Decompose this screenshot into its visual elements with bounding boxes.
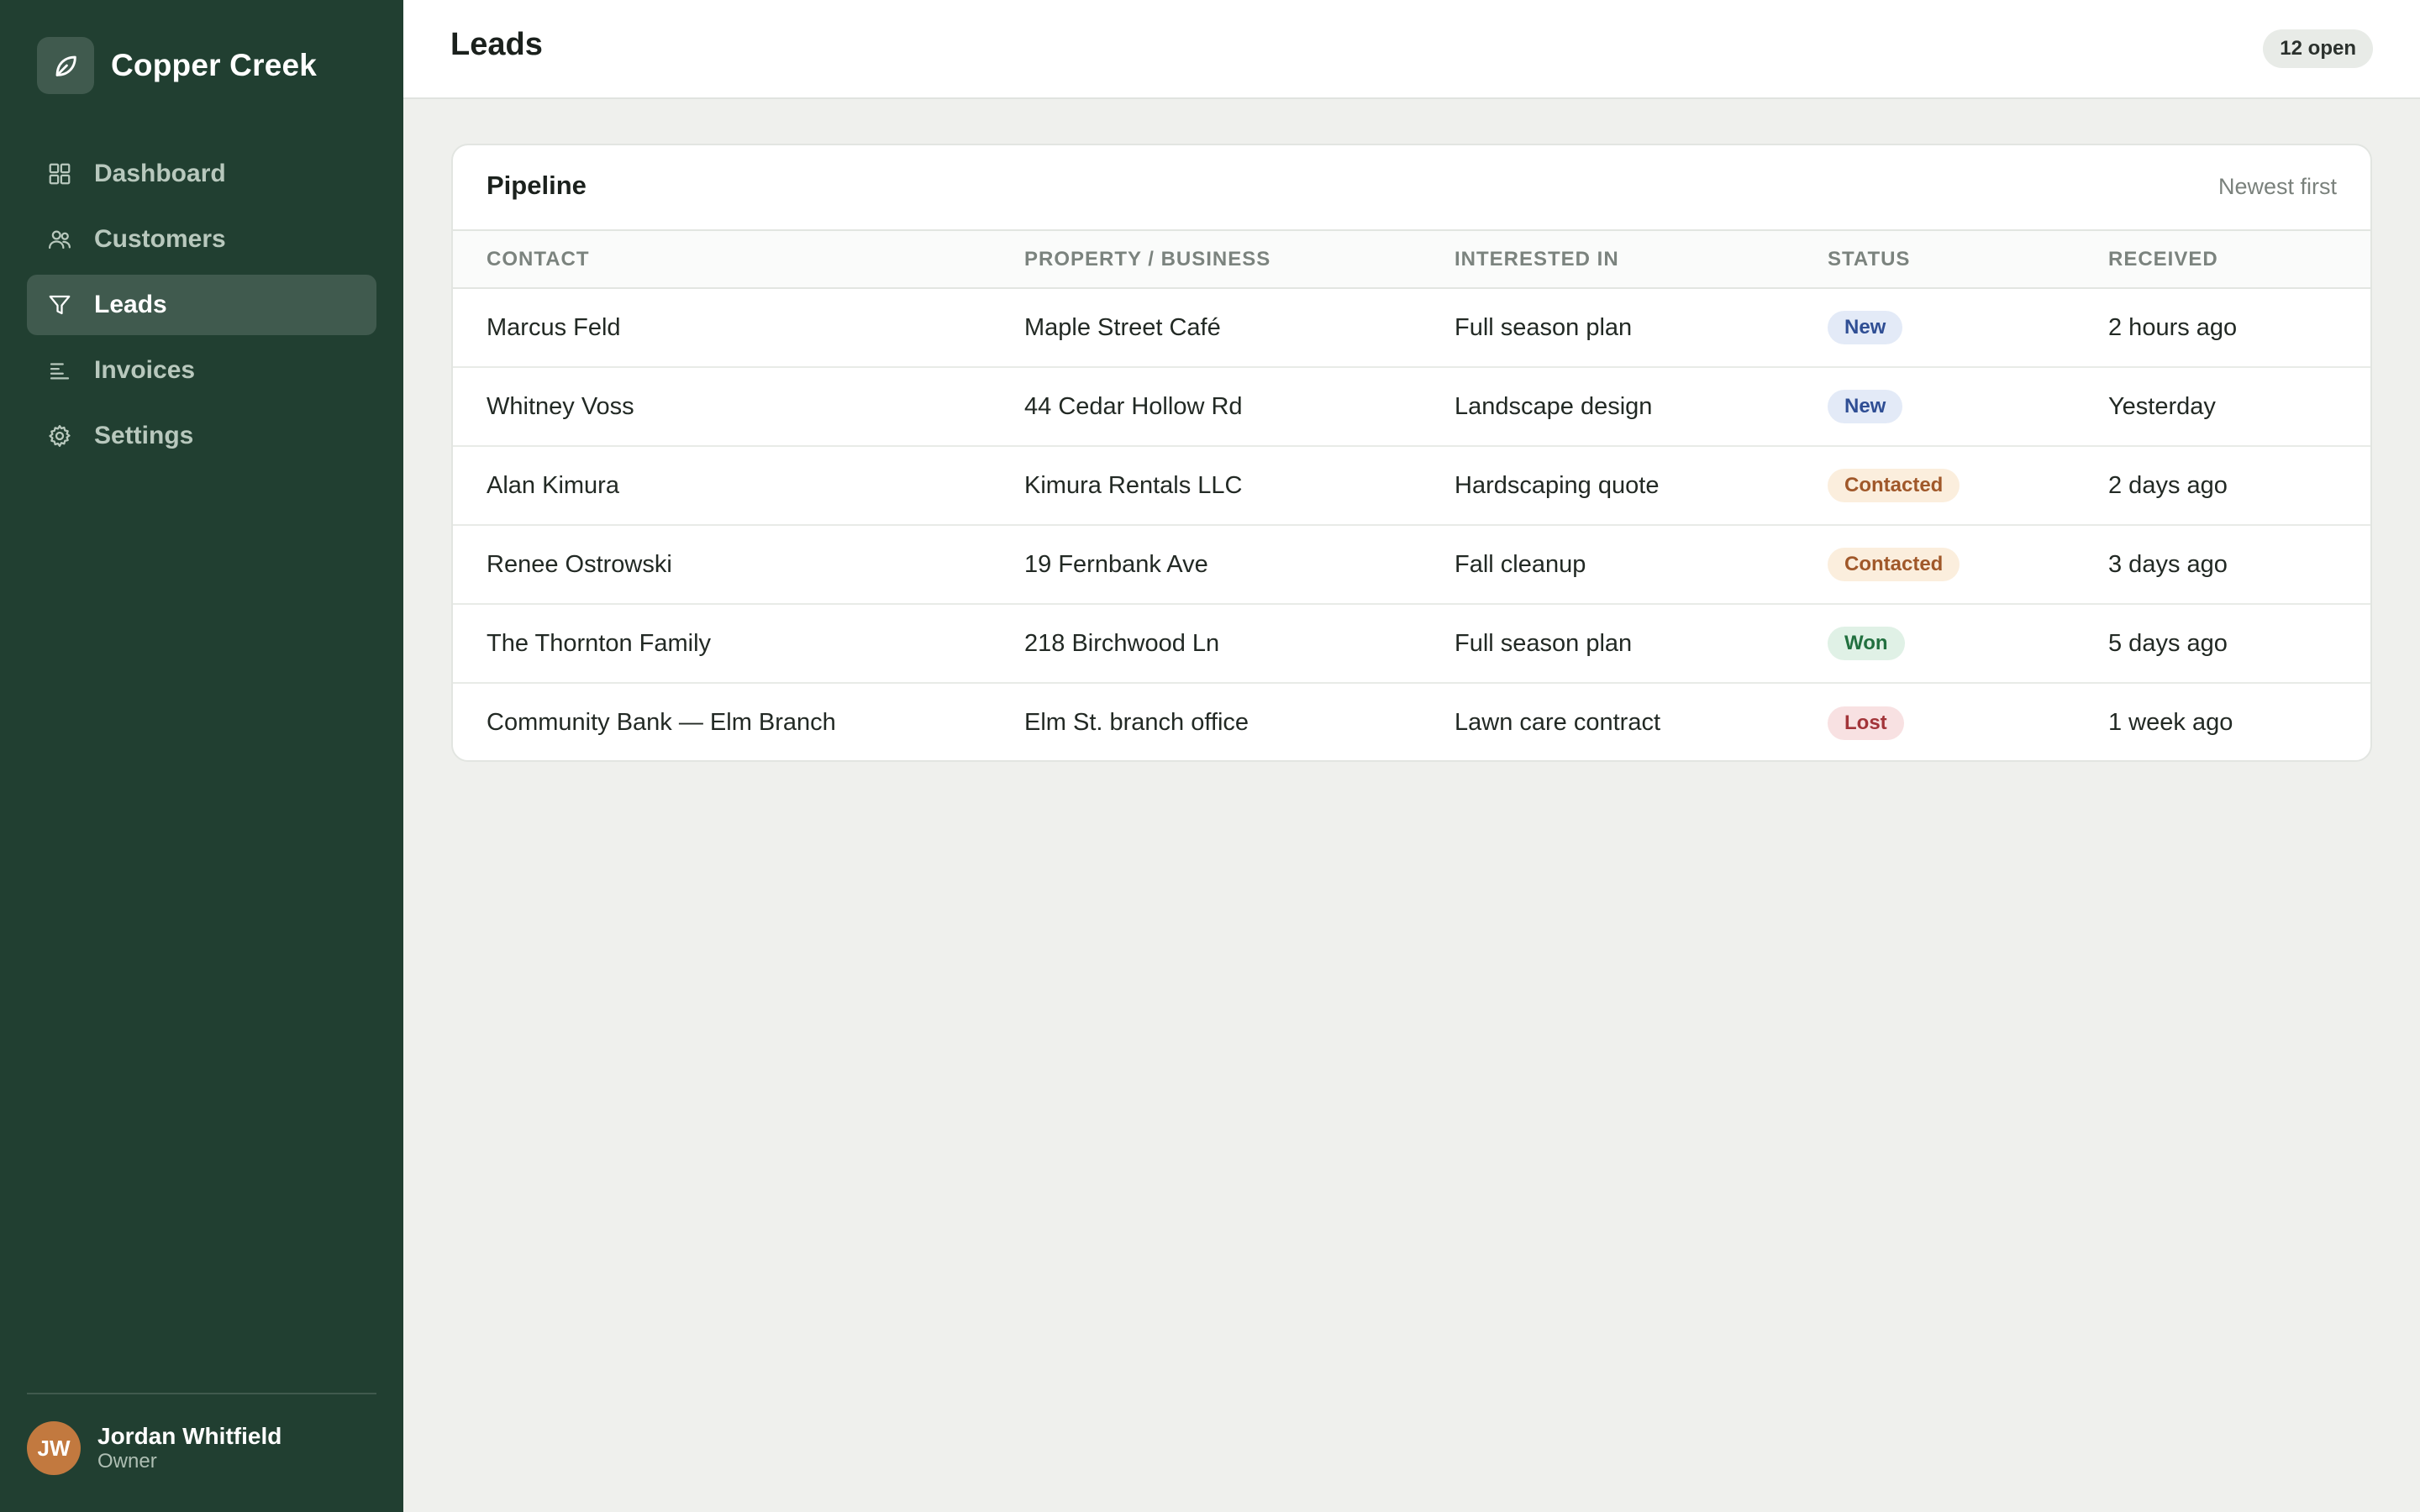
- cell-contact: Alan Kimura: [487, 471, 619, 499]
- status-badge: Contacted: [1828, 469, 1960, 502]
- cell-property: Elm St. branch office: [1024, 709, 1249, 736]
- cell-received: 2 days ago: [2108, 471, 2228, 499]
- sidebar-item-label: Dashboard: [94, 160, 226, 187]
- top-header: Leads 12 open: [403, 0, 2420, 99]
- column-header-received[interactable]: RECEIVED: [2105, 231, 2370, 289]
- pipeline-title: Pipeline: [487, 171, 587, 200]
- cell-received: 1 week ago: [2108, 709, 2233, 736]
- table-row[interactable]: Whitney Voss 44 Cedar Hollow Rd Landscap…: [453, 367, 2370, 446]
- sidebar-nav: Dashboard Customers Leads Invoices Setti…: [27, 144, 376, 471]
- cell-interest: Full season plan: [1455, 629, 1633, 657]
- cell-property: 218 Birchwood Ln: [1024, 629, 1220, 657]
- cell-interest: Fall cleanup: [1455, 550, 1586, 578]
- cell-property: 19 Fernbank Ave: [1024, 550, 1208, 578]
- gear-icon: [45, 422, 74, 450]
- cell-status: Won: [1824, 604, 2105, 683]
- sidebar-item-label: Customers: [94, 225, 226, 253]
- cell-property: Maple Street Café: [1024, 313, 1221, 341]
- status-badge: Lost: [1828, 706, 1904, 740]
- grid-icon: [45, 160, 74, 188]
- sidebar-item-customers[interactable]: Customers: [27, 209, 376, 270]
- status-badge: New: [1828, 311, 1903, 344]
- sidebar-item-label: Settings: [94, 422, 194, 449]
- sidebar-item-dashboard[interactable]: Dashboard: [27, 144, 376, 204]
- cell-status: Contacted: [1824, 446, 2105, 525]
- cell-interest: Landscape design: [1455, 392, 1653, 420]
- leads-table: CONTACT PROPERTY / BUSINESS INTERESTED I…: [453, 231, 2370, 760]
- pipeline-card-header: Pipeline Newest first: [453, 145, 2370, 231]
- cell-contact: Renee Ostrowski: [487, 550, 672, 578]
- table-row[interactable]: The Thornton Family 218 Birchwood Ln Ful…: [453, 604, 2370, 683]
- status-badge: New: [1828, 390, 1903, 423]
- open-count-badge: 12 open: [2263, 29, 2373, 68]
- cell-received: 3 days ago: [2108, 550, 2228, 578]
- status-badge: Contacted: [1828, 548, 1960, 581]
- table-row[interactable]: Community Bank — Elm Branch Elm St. bran…: [453, 683, 2370, 760]
- avatar: JW: [27, 1421, 81, 1475]
- brand[interactable]: Copper Creek: [37, 37, 317, 94]
- user-info: Jordan Whitfield Owner: [97, 1423, 281, 1473]
- cell-status: Contacted: [1824, 525, 2105, 604]
- cell-status: Lost: [1824, 683, 2105, 760]
- cell-contact: Marcus Feld: [487, 313, 621, 341]
- pipeline-card: Pipeline Newest first CONTACT PROPERTY /…: [451, 144, 2372, 762]
- sidebar-item-leads[interactable]: Leads: [27, 275, 376, 335]
- table-row[interactable]: Alan Kimura Kimura Rentals LLC Hardscapi…: [453, 446, 2370, 525]
- column-header-interest[interactable]: INTERESTED IN: [1451, 231, 1824, 289]
- cell-contact: Community Bank — Elm Branch: [487, 709, 836, 736]
- sidebar: Copper Creek Dashboard Customers Leads I…: [0, 0, 403, 1512]
- user-profile[interactable]: JW Jordan Whitfield Owner: [27, 1421, 281, 1475]
- cell-interest: Lawn care contract: [1455, 709, 1661, 736]
- lines-icon: [45, 356, 74, 385]
- sidebar-item-label: Leads: [94, 291, 167, 318]
- users-icon: [45, 225, 74, 254]
- cell-status: New: [1824, 288, 2105, 367]
- sidebar-footer: JW Jordan Whitfield Owner: [27, 1393, 376, 1475]
- cell-contact: Whitney Voss: [487, 392, 634, 420]
- page-title: Leads: [450, 27, 543, 62]
- table-header-row: CONTACT PROPERTY / BUSINESS INTERESTED I…: [453, 231, 2370, 289]
- cell-status: New: [1824, 367, 2105, 446]
- leaf-icon: [37, 37, 94, 94]
- brand-name: Copper Creek: [111, 48, 318, 82]
- user-role: Owner: [97, 1450, 157, 1473]
- sort-toggle[interactable]: Newest first: [2218, 174, 2337, 200]
- table-row[interactable]: Renee Ostrowski 19 Fernbank Ave Fall cle…: [453, 525, 2370, 604]
- table-row[interactable]: Marcus Feld Maple Street Café Full seaso…: [453, 288, 2370, 367]
- cell-interest: Hardscaping quote: [1455, 471, 1660, 499]
- sidebar-item-settings[interactable]: Settings: [27, 406, 376, 466]
- sidebar-item-label: Invoices: [94, 356, 196, 384]
- status-badge: Won: [1828, 627, 1905, 660]
- user-name: Jordan Whitfield: [97, 1423, 282, 1449]
- cell-property: Kimura Rentals LLC: [1024, 471, 1243, 499]
- cell-contact: The Thornton Family: [487, 629, 712, 657]
- cell-received: 5 days ago: [2108, 629, 2228, 657]
- cell-received: 2 hours ago: [2108, 313, 2238, 341]
- column-header-property[interactable]: PROPERTY / BUSINESS: [1021, 231, 1451, 289]
- column-header-status[interactable]: STATUS: [1824, 231, 2105, 289]
- column-header-contact[interactable]: CONTACT: [453, 231, 1021, 289]
- cell-received: Yesterday: [2108, 392, 2216, 420]
- cell-property: 44 Cedar Hollow Rd: [1024, 392, 1243, 420]
- cell-interest: Full season plan: [1455, 313, 1633, 341]
- sidebar-item-invoices[interactable]: Invoices: [27, 340, 376, 401]
- funnel-icon: [45, 291, 74, 319]
